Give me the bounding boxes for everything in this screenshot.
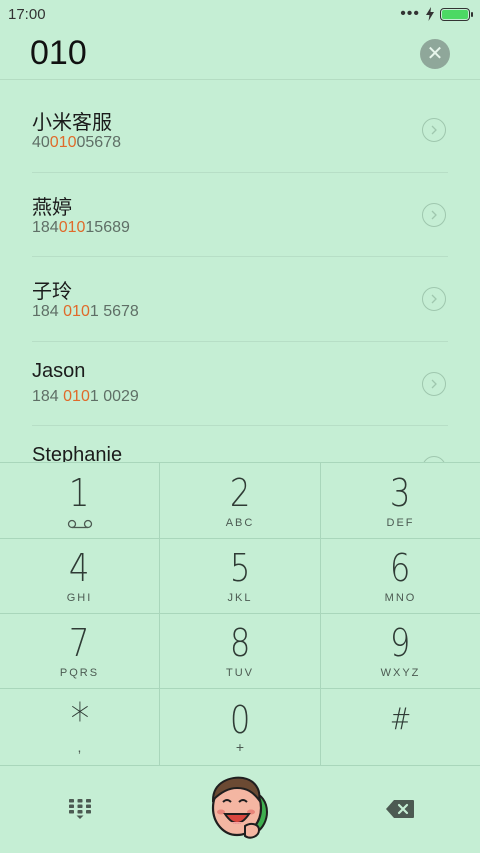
chevron-right-icon[interactable] — [422, 371, 446, 396]
status-icons: ••• — [400, 5, 473, 22]
bottom-bar — [0, 765, 480, 853]
key-8[interactable]: 8 TUV — [160, 614, 321, 689]
ellipsis-icon: ••• — [400, 5, 420, 22]
contact-name: Stephanie — [32, 444, 123, 462]
key-digit: 9 — [390, 621, 411, 665]
list-item[interactable]: 小米客服 4001005678 — [32, 88, 448, 173]
contact-number: 184 0101 5678 — [32, 303, 139, 320]
contact-number: 18401015689 — [32, 218, 130, 236]
cartoon-caller-icon — [211, 776, 269, 839]
key-digit: * — [70, 694, 89, 745]
key-digit: 6 — [390, 546, 411, 590]
dial-input-row: 010 ✕ — [0, 28, 480, 80]
voicemail-icon — [67, 519, 92, 528]
key-letters: PQRS — [59, 667, 100, 679]
key-2[interactable]: 2 ABC — [160, 463, 321, 539]
key-letters: DEF — [386, 516, 415, 529]
key-digit: 2 — [229, 470, 251, 515]
dialed-number[interactable]: 010 — [30, 34, 87, 73]
backspace-button[interactable] — [320, 765, 480, 853]
key-digit: 4 — [69, 546, 90, 590]
status-time: 17:00 — [8, 5, 46, 23]
list-item[interactable]: Stephanie — [32, 426, 448, 462]
chevron-right-icon[interactable] — [422, 202, 446, 227]
battery-icon — [440, 7, 473, 21]
list-item[interactable]: 燕婷 18401015689 — [32, 173, 448, 257]
key-digit: 0 — [229, 698, 251, 742]
key-5[interactable]: 5 JKL — [160, 539, 321, 614]
list-item[interactable]: Jason 184 0101 0029 — [32, 342, 448, 426]
key-letters: ABC — [225, 516, 255, 529]
chevron-right-icon[interactable] — [422, 118, 446, 142]
contact-number: 4001005678 — [32, 134, 121, 151]
key-hash[interactable]: # — [321, 689, 480, 766]
key-letters: TUV — [226, 667, 254, 679]
key-0[interactable]: 0 + — [160, 689, 321, 766]
key-star[interactable]: * , — [0, 689, 160, 766]
call-button[interactable] — [160, 765, 320, 853]
key-7[interactable]: 7 PQRS — [0, 614, 160, 689]
key-letters: GHI — [66, 592, 93, 604]
battery-level — [442, 9, 468, 19]
key-3[interactable]: 3 DEF — [321, 463, 480, 539]
contact-name: 小米客服 — [32, 112, 112, 134]
key-6[interactable]: 6 MNO — [321, 539, 480, 614]
key-1[interactable]: 1 — [0, 463, 160, 539]
key-letters: JKL — [227, 592, 253, 604]
key-digit: 7 — [69, 621, 90, 665]
key-digit: 5 — [229, 546, 251, 590]
dialpad-icon — [69, 799, 91, 819]
contact-name: 子玲 — [32, 281, 72, 303]
key-digit: 1 — [69, 470, 90, 515]
bolt-icon — [426, 7, 434, 21]
key-digit: 8 — [229, 621, 251, 665]
chevron-right-icon[interactable] — [422, 287, 446, 311]
dial-keypad: 1 2 ABC 3 DEF 4 GHI 5 JKL 6 MNO 7 PQRS 8… — [0, 462, 480, 766]
key-letters: MNO — [384, 592, 417, 604]
contact-name: 燕婷 — [32, 196, 72, 219]
key-digit: # — [389, 702, 412, 737]
key-sub: + — [235, 739, 245, 755]
contact-number: 184 0101 0029 — [32, 387, 139, 405]
backspace-icon — [386, 800, 414, 818]
key-digit: 3 — [390, 470, 411, 515]
dialpad-toggle-button[interactable] — [0, 765, 160, 853]
list-item[interactable]: 子玲 184 0101 5678 — [32, 257, 448, 342]
contact-name: Jason — [32, 359, 86, 382]
status-bar: 17:00 ••• — [0, 0, 480, 28]
key-4[interactable]: 4 GHI — [0, 539, 160, 614]
key-letters: WXYZ — [380, 667, 421, 679]
contact-list: 小米客服 4001005678 燕婷 18401015689 子玲 184 01… — [0, 88, 480, 462]
key-9[interactable]: 9 WXYZ — [321, 614, 480, 689]
clear-icon[interactable]: ✕ — [420, 38, 450, 69]
